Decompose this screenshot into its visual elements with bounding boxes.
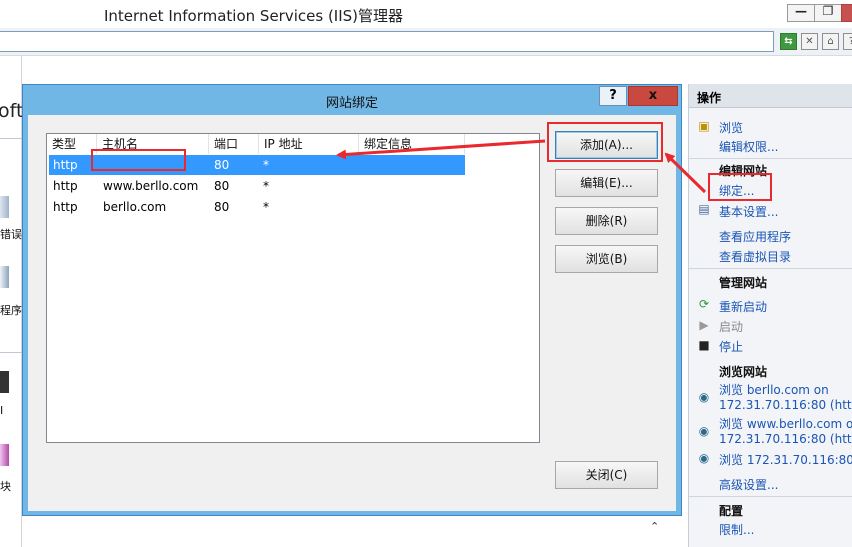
address-bar: ⇆ ✕ ⌂ ? (0, 28, 852, 56)
cell-port: 80 (214, 158, 230, 172)
column-header-ip[interactable]: IP 地址 (259, 134, 359, 154)
action-stop[interactable]: 停止 (719, 338, 743, 355)
window-close-button[interactable] (841, 4, 852, 22)
cell-type: http (53, 200, 78, 214)
home-icon[interactable]: ⌂ (822, 33, 839, 50)
edit-binding-button[interactable]: 编辑(E)... (555, 169, 658, 197)
globe-icon: ◉ (698, 390, 710, 404)
action-browse-site-1[interactable]: 浏览 berllo.com on (719, 381, 829, 398)
action-restart[interactable]: 重新启动 (719, 298, 767, 315)
minimize-icon: — (795, 4, 807, 18)
action-limits[interactable]: 限制... (719, 521, 754, 538)
column-header-binding-info[interactable]: 绑定信息 (359, 134, 465, 154)
dialog-close-button[interactable]: x (628, 86, 678, 106)
settings-page-icon: ▤ (698, 202, 710, 216)
action-view-applications[interactable]: 查看应用程序 (719, 228, 791, 245)
left-feature-pane: oft 错误页 程序设 I 块 (0, 56, 33, 547)
dialog-help-button[interactable]: ? (599, 86, 627, 106)
action-advanced-settings[interactable]: 高级设置... (719, 476, 778, 493)
cell-host: berllo.com (103, 200, 167, 214)
start-icon: ▶ (699, 318, 709, 332)
divider (0, 138, 22, 139)
window-title: Internet Information Services (IIS)管理器 (104, 7, 404, 25)
config-section: 配置 (719, 504, 744, 518)
divider (689, 158, 852, 159)
cell-port: 80 (214, 179, 230, 193)
divider (689, 268, 852, 269)
bindings-list[interactable]: 类型 主机名 端口 IP 地址 绑定信息 http 80 * http www.… (46, 133, 540, 443)
help-icon[interactable]: ? (843, 33, 852, 50)
stop-square-icon: ■ (698, 338, 710, 352)
annotation-box-bindings (708, 173, 772, 201)
handler-icon[interactable] (0, 266, 9, 288)
action-start[interactable]: 启动 (719, 318, 743, 335)
main-title-bar: Internet Information Services (IIS)管理器 —… (0, 0, 852, 28)
cell-ip: * (263, 179, 269, 193)
column-header-port[interactable]: 端口 (209, 134, 259, 154)
action-browse-site-2-addr[interactable]: 172.31.70.116:80 (http) (719, 432, 852, 446)
collapse-chevron-up-icon[interactable]: ⌃ (650, 520, 659, 533)
divider (689, 496, 852, 497)
cell-port: 80 (214, 200, 230, 214)
globe-icon: ◉ (698, 424, 710, 438)
annotation-box-host (91, 149, 186, 171)
cell-ip: * (263, 200, 269, 214)
refresh-go-icon[interactable]: ⇆ (780, 33, 797, 50)
address-input[interactable] (0, 31, 774, 52)
binding-row[interactable]: http berllo.com 80 * (49, 197, 465, 217)
globe-icon: ◉ (698, 451, 710, 465)
minimize-button[interactable]: — (787, 4, 815, 22)
cell-type: http (53, 179, 78, 193)
cell-ip: * (263, 158, 269, 172)
action-browse-site-2[interactable]: 浏览 www.berllo.com on (719, 415, 852, 432)
manage-site-section: 管理网站 (719, 276, 768, 290)
action-basic-settings[interactable]: 基本设置... (719, 203, 778, 220)
error-pages-icon[interactable] (0, 196, 9, 218)
binding-row[interactable]: http www.berllo.com 80 * (49, 176, 465, 196)
browse-binding-button[interactable]: 浏览(B) (555, 245, 658, 273)
divider (0, 352, 22, 353)
modules-icon[interactable] (0, 444, 9, 466)
maximize-icon: ❐ (822, 4, 834, 18)
browse-folder-icon: ▣ (698, 119, 710, 133)
browse-site-section: 浏览网站 (719, 365, 768, 379)
annotation-box-add (547, 122, 663, 162)
action-browse-site-1-addr[interactable]: 172.31.70.116:80 (http) (719, 398, 852, 412)
feature-label: 块 (0, 480, 11, 493)
cell-host: www.berllo.com (103, 179, 199, 193)
stop-icon[interactable]: ✕ (801, 33, 818, 50)
module-icon[interactable] (0, 371, 9, 393)
actions-header-label: 操作 (697, 91, 722, 105)
actions-header: 操作 (689, 84, 852, 108)
action-browse[interactable]: 浏览 (719, 119, 743, 136)
close-dialog-button[interactable]: 关闭(C) (555, 461, 658, 489)
column-header-type[interactable]: 类型 (47, 134, 97, 154)
feature-label: I (0, 404, 4, 417)
action-edit-permissions[interactable]: 编辑权限... (719, 138, 778, 155)
actions-pane: 操作 ▣ 浏览 编辑权限... 编辑网站 绑定... ▤ 基本设置... 查看应… (688, 84, 852, 547)
action-browse-site-3[interactable]: 浏览 172.31.70.116:80 (h (719, 451, 852, 468)
maximize-button[interactable]: ❐ (814, 4, 842, 22)
left-pane-heading: oft (0, 100, 24, 122)
action-view-virtual-dirs[interactable]: 查看虚拟目录 (719, 248, 791, 265)
dialog-title-bar: 网站绑定 ? x (23, 85, 681, 115)
dialog-body: 类型 主机名 端口 IP 地址 绑定信息 http 80 * http www.… (28, 115, 676, 511)
cell-type: http (53, 158, 78, 172)
remove-binding-button[interactable]: 删除(R) (555, 207, 658, 235)
dialog-title: 网站绑定 (325, 96, 378, 111)
restart-icon: ⟳ (698, 297, 710, 311)
